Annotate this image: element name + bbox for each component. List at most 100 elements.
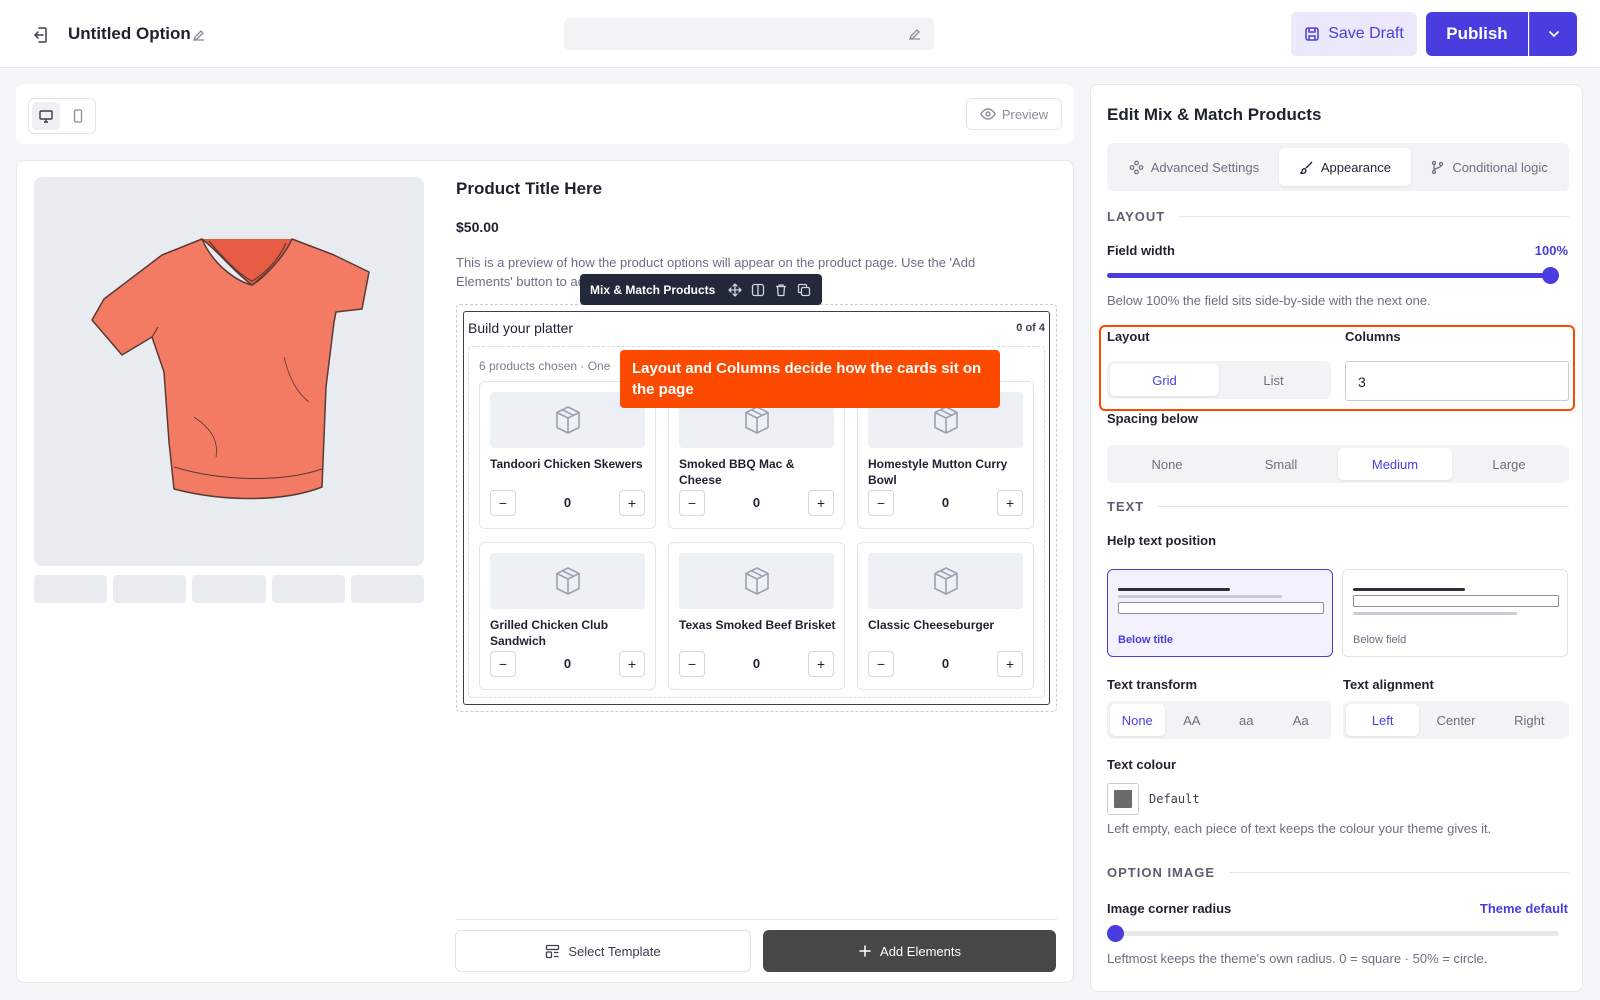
slider-handle[interactable] — [1107, 925, 1124, 942]
thumbnail[interactable] — [192, 575, 266, 603]
divider — [1229, 872, 1569, 873]
preview-button[interactable]: Preview — [966, 98, 1062, 130]
spacing-option[interactable]: Large — [1452, 448, 1566, 480]
preview-label: Preview — [1001, 106, 1049, 122]
layout-label: Layout — [1107, 329, 1150, 344]
columns-icon[interactable] — [751, 283, 765, 297]
product-name: Smoked BBQ Mac & Cheese — [679, 457, 795, 487]
top-bar: Untitled Option Save Draft Publish — [0, 0, 1600, 68]
block-title: Build your platter — [468, 320, 574, 336]
tab-appearance[interactable]: Appearance — [1278, 148, 1412, 186]
image-radius-slider[interactable] — [1107, 925, 1559, 942]
publish-options-button[interactable] — [1529, 12, 1577, 56]
text-alignment-option[interactable]: Left — [1346, 704, 1420, 736]
tab-label: Advanced Settings — [1150, 159, 1260, 175]
increase-button[interactable]: + — [808, 651, 834, 677]
preview-help-line — [1118, 595, 1282, 598]
option-image-section-heading: OPTION IMAGE — [1107, 865, 1569, 880]
product-cards: Tandoori Chicken Skewers −0 + Smoked BBQ Ma… — [479, 381, 1036, 690]
help-position-below-field[interactable]: Below field — [1342, 569, 1568, 657]
eye-icon — [980, 106, 996, 122]
product-name: Tandoori Chicken Skewers — [490, 457, 643, 471]
tab-advanced-settings[interactable]: Advanced Settings — [1111, 148, 1277, 186]
exit-icon[interactable] — [30, 24, 52, 46]
layout-option[interactable]: Grid — [1110, 364, 1219, 396]
increase-button[interactable]: + — [808, 490, 834, 516]
product-name: Classic Cheeseburger — [868, 618, 995, 632]
product-name: Texas Smoked Beef Brisket — [679, 618, 836, 632]
add-elements-button[interactable]: Add Elements — [763, 930, 1056, 972]
settings-tabs: Advanced Settings Appearance Conditional… — [1107, 143, 1569, 191]
template-icon — [545, 944, 560, 959]
divider — [1179, 216, 1569, 217]
image-radius-label: Image corner radius — [1107, 901, 1232, 916]
help-position-below-title[interactable]: Below title — [1107, 569, 1333, 657]
text-alignment-option[interactable]: Right — [1493, 704, 1566, 736]
option-title: Untitled Option — [68, 24, 191, 43]
text-transform-option[interactable]: Aa — [1274, 704, 1329, 736]
thumbnail[interactable] — [271, 575, 345, 603]
colour-swatch[interactable] — [1107, 783, 1139, 815]
spacing-option[interactable]: None — [1110, 448, 1224, 480]
increase-button[interactable]: + — [997, 651, 1023, 677]
thumbnail[interactable] — [34, 575, 108, 603]
text-transform-toggle: None AA aa Aa — [1107, 701, 1331, 739]
product-card: Grilled Chicken Club Sandwich −0 + — [479, 542, 656, 690]
spacing-option[interactable]: Small — [1224, 448, 1338, 480]
increase-button[interactable]: + — [619, 490, 645, 516]
text-transform-option[interactable]: None — [1110, 704, 1165, 736]
mobile-view-button[interactable] — [64, 102, 92, 130]
save-draft-button[interactable]: Save Draft — [1291, 12, 1417, 56]
publish-button[interactable]: Publish — [1426, 12, 1528, 56]
footer-divider — [456, 919, 1057, 920]
spacing-toggle: None Small Medium Large — [1107, 445, 1569, 483]
move-icon[interactable] — [728, 282, 743, 297]
field-width-slider[interactable] — [1107, 267, 1559, 284]
preview-field-box — [1353, 595, 1559, 607]
layout-option[interactable]: List — [1219, 364, 1328, 396]
select-template-label: Select Template — [568, 943, 661, 959]
field-width-help: Below 100% the field sits side-by-side w… — [1107, 293, 1431, 308]
section-label: LAYOUT — [1107, 209, 1166, 224]
brush-icon — [1299, 160, 1314, 175]
thumbnail[interactable] — [113, 575, 187, 603]
product-price: $50.00 — [456, 219, 499, 235]
trash-icon[interactable] — [774, 283, 788, 297]
selection-count: 0 of 4 — [1016, 322, 1045, 334]
block-toolbar: Mix & Match Products — [580, 274, 822, 305]
settings-icon — [1129, 160, 1144, 175]
slider-handle[interactable] — [1542, 267, 1559, 284]
handle-input[interactable] — [564, 18, 934, 50]
section-label: TEXT — [1107, 499, 1145, 514]
preview-title-line — [1353, 588, 1465, 591]
spacing-option[interactable]: Medium — [1338, 448, 1452, 480]
layout-toggle: Grid List — [1107, 361, 1331, 399]
increase-button[interactable]: + — [619, 651, 645, 677]
section-label: OPTION IMAGE — [1107, 865, 1216, 880]
increase-button[interactable]: + — [997, 490, 1023, 516]
text-transform-option[interactable]: AA — [1165, 704, 1220, 736]
thumbnail[interactable] — [350, 575, 425, 603]
field-width-label: Field width — [1107, 243, 1175, 258]
quantity-stepper: −0 + — [679, 651, 834, 677]
product-name: Homestyle Mutton Curry Bowl — [868, 457, 1008, 487]
desktop-icon — [38, 108, 54, 124]
columns-input[interactable]: 3 — [1345, 361, 1569, 401]
duplicate-icon[interactable] — [797, 283, 811, 297]
preview-field-box — [1118, 602, 1324, 614]
box-icon — [679, 553, 834, 609]
text-transform-option[interactable]: aa — [1219, 704, 1274, 736]
colour-value: Default — [1149, 792, 1200, 806]
select-template-button[interactable]: Select Template — [455, 930, 751, 972]
pencil-icon — [908, 27, 922, 41]
text-alignment-option[interactable]: Center — [1419, 704, 1492, 736]
product-name: Grilled Chicken Club Sandwich — [490, 618, 609, 648]
tab-label: Conditional logic — [1452, 159, 1548, 175]
mobile-icon — [70, 108, 86, 124]
preview-help-line — [1353, 612, 1517, 615]
panel-title: Edit Mix & Match Products — [1107, 105, 1322, 124]
option-caption: Below field — [1353, 634, 1407, 646]
tab-conditional-logic[interactable]: Conditional logic — [1413, 148, 1565, 186]
desktop-view-button[interactable] — [32, 102, 60, 130]
pencil-icon[interactable] — [192, 27, 208, 43]
